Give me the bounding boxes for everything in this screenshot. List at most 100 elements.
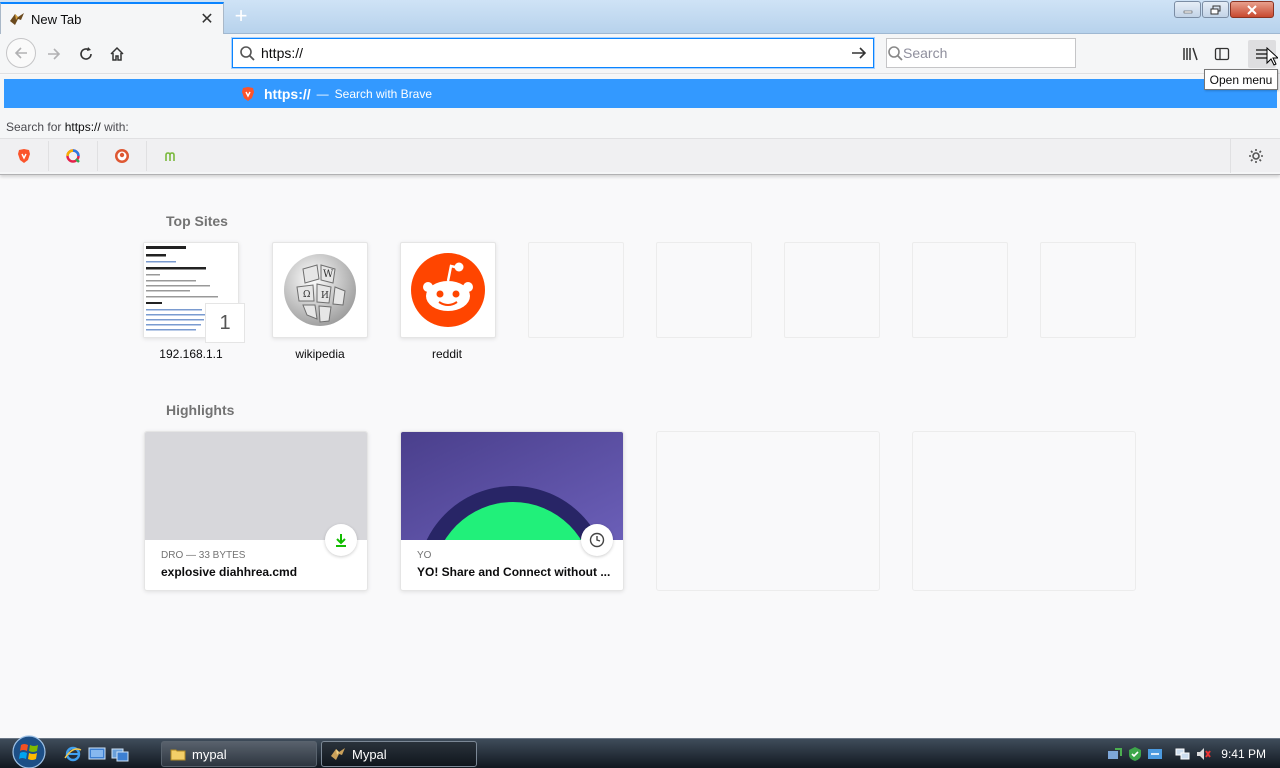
home-icon — [110, 46, 124, 61]
library-icon — [1183, 47, 1198, 61]
highlight-empty-slot — [912, 431, 1136, 591]
reddit-icon — [411, 253, 485, 327]
brave-icon — [240, 86, 256, 102]
open-menu-tooltip: Open menu — [1204, 69, 1278, 90]
switch-windows-icon[interactable] — [111, 746, 129, 762]
clock-icon — [581, 524, 613, 556]
engine-brave[interactable] — [0, 140, 49, 171]
search-for-prefix: Search for — [6, 120, 62, 134]
highlight-meta: DRO — 33 BYTES — [161, 550, 246, 561]
highlight-card[interactable]: YO YO! Share and Connect without ... — [400, 431, 624, 591]
search-for-query: https:// — [64, 120, 101, 134]
svg-text:Ω: Ω — [303, 290, 310, 300]
top-site-empty-slot — [784, 242, 880, 338]
search-for-suffix: with: — [104, 120, 129, 134]
svg-text:И: И — [321, 291, 329, 301]
top-site-empty-slot — [1040, 242, 1136, 338]
top-site-favicon-badge: 1 — [205, 303, 245, 343]
minimize-button[interactable] — [1174, 1, 1201, 18]
search-icon — [233, 45, 261, 61]
system-tray: 9:41 PM — [1107, 739, 1280, 768]
show-desktop-icon[interactable] — [88, 746, 106, 762]
qwant-icon — [66, 148, 80, 163]
windows-taskbar: mypal Mypal 9:41 PM — [0, 735, 1280, 768]
download-icon — [325, 524, 357, 556]
internet-explorer-icon[interactable] — [64, 746, 82, 762]
engine-qwant[interactable] — [49, 140, 98, 171]
windows-start-orb-icon — [12, 735, 46, 768]
tray-app-icon[interactable] — [1107, 746, 1123, 762]
library-button[interactable] — [1177, 40, 1205, 68]
close-icon — [1247, 4, 1257, 15]
search-suggestion-row[interactable]: https:// — Search with Brave — [4, 79, 1277, 108]
mojeek-icon — [164, 151, 175, 161]
close-window-button[interactable] — [1230, 1, 1274, 18]
brave-icon — [18, 148, 30, 163]
search-for-label: Search for https:// with: — [6, 120, 129, 134]
navigation-toolbar — [0, 34, 1280, 74]
top-site-empty-slot — [912, 242, 1008, 338]
volume-muted-icon[interactable] — [1195, 746, 1212, 762]
forward-arrow-icon — [48, 48, 61, 60]
top-site-tile-wikipedia[interactable]: W Ω И — [272, 242, 368, 338]
tab-strip: New Tab ✕ + — [0, 0, 1280, 34]
url-bar[interactable] — [232, 38, 874, 68]
highlight-thumbnail — [401, 432, 623, 540]
top-site-label: wikipedia — [295, 347, 345, 361]
highlight-title: YO! Share and Connect without ... — [417, 565, 611, 579]
search-input[interactable] — [903, 45, 1084, 61]
minimize-icon — [1183, 10, 1192, 13]
tray-security-icon[interactable] — [1127, 746, 1143, 762]
taskbar-item-mypal-browser[interactable]: Mypal — [321, 741, 477, 767]
back-arrow-icon — [14, 47, 27, 59]
search-bar[interactable] — [886, 38, 1084, 68]
network-icon[interactable] — [1175, 746, 1191, 762]
top-sites-heading: Top Sites — [166, 213, 228, 229]
taskbar-item-label: mypal — [192, 746, 227, 762]
highlights-heading: Highlights — [166, 402, 235, 418]
restore-button[interactable] — [1202, 1, 1229, 18]
back-button[interactable] — [6, 38, 36, 68]
taskbar-clock[interactable]: 9:41 PM — [1221, 747, 1266, 761]
mypal-icon — [9, 11, 25, 27]
suggestion-action: Search with Brave — [334, 86, 433, 101]
reload-button[interactable] — [72, 40, 100, 68]
engine-duckduckgo[interactable] — [98, 140, 147, 171]
close-tab-icon[interactable]: ✕ — [199, 9, 215, 29]
mouse-cursor-icon — [1266, 47, 1278, 66]
suggestion-separator: — — [316, 86, 329, 101]
suggestion-text: https:// — [264, 85, 311, 102]
tab-title: New Tab — [31, 11, 82, 27]
urlbar-autocomplete-popup: https:// — Search with Brave Search for … — [0, 75, 1280, 175]
one-off-search-engines — [0, 138, 1280, 173]
window-controls — [1174, 1, 1274, 18]
taskbar-item-label: Mypal — [352, 746, 387, 762]
duckduckgo-icon — [115, 148, 129, 163]
sidebar-icon — [1214, 47, 1230, 61]
top-site-label: 192.168.1.1 — [159, 347, 223, 361]
tab-new-tab[interactable]: New Tab ✕ — [0, 2, 224, 34]
top-site-empty-slot — [528, 242, 624, 338]
tray-update-icon[interactable] — [1147, 746, 1163, 762]
highlight-card[interactable]: DRO — 33 BYTES explosive diahhrea.cmd — [144, 431, 368, 591]
highlight-title: explosive diahhrea.cmd — [161, 565, 298, 579]
start-button[interactable] — [8, 734, 50, 768]
top-site-tile-reddit[interactable] — [400, 242, 496, 338]
gear-icon — [1248, 149, 1263, 163]
top-site-empty-slot — [656, 242, 752, 338]
search-icon — [887, 45, 903, 61]
taskbar-item-mypal-folder[interactable]: mypal — [161, 741, 317, 767]
engine-mojeek[interactable] — [147, 141, 196, 171]
sidebar-button[interactable] — [1208, 40, 1236, 68]
folder-icon — [170, 746, 186, 762]
forward-button[interactable] — [40, 40, 68, 68]
home-button[interactable] — [103, 40, 131, 68]
go-arrow-icon[interactable] — [845, 45, 873, 61]
new-tab-button[interactable]: + — [230, 5, 252, 28]
restore-icon — [1210, 5, 1220, 14]
reload-icon — [80, 47, 92, 60]
mypal-icon — [330, 746, 346, 762]
svg-text:W: W — [323, 269, 334, 280]
url-input[interactable] — [261, 45, 845, 61]
search-settings-button[interactable] — [1230, 139, 1280, 173]
